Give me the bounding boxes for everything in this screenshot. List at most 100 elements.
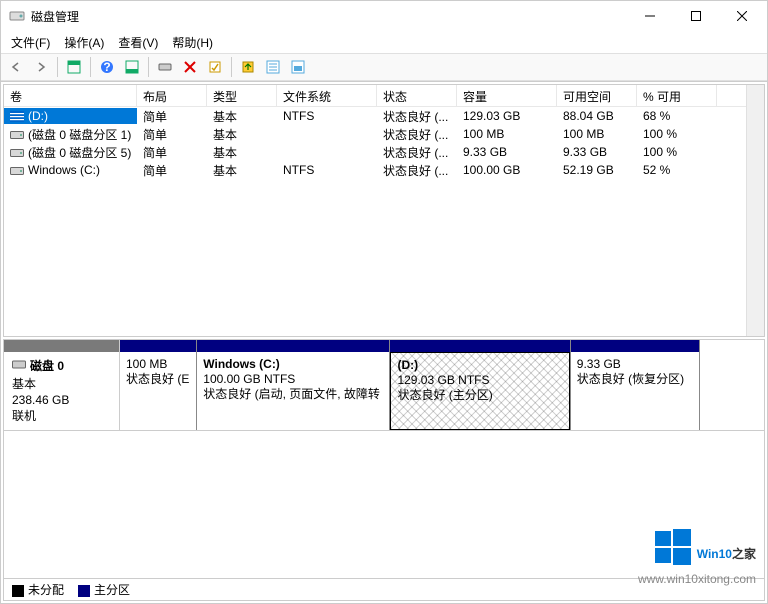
column-header[interactable]: 可用空间 — [557, 85, 637, 106]
disk-map: 磁盘 0 基本 238.46 GB 联机 100 MB状态良好 (EWindow… — [3, 339, 765, 601]
window-title: 磁盘管理 — [31, 8, 627, 25]
disk-type: 基本 — [12, 376, 111, 392]
partition-size: 9.33 GB — [577, 357, 693, 372]
cell-status: 状态良好 (... — [377, 143, 457, 162]
column-header[interactable]: 文件系统 — [277, 85, 377, 106]
volume-row[interactable]: (D:)简单基本NTFS状态良好 (...129.03 GB88.04 GB68… — [4, 107, 746, 125]
partition-status: 状态良好 (启动, 页面文件, 故障转 — [203, 387, 383, 402]
disk-name: 磁盘 0 — [30, 358, 64, 374]
column-header[interactable]: 容量 — [457, 85, 557, 106]
menubar: 文件(F) 操作(A) 查看(V) 帮助(H) — [1, 31, 767, 53]
column-header[interactable]: % 可用 — [637, 85, 717, 106]
properties-icon[interactable] — [204, 56, 226, 78]
cell-pct: 100 % — [637, 144, 717, 160]
disk-row[interactable]: 磁盘 0 基本 238.46 GB 联机 100 MB状态良好 (EWindow… — [4, 340, 764, 431]
cell-free: 88.04 GB — [557, 108, 637, 124]
view-top-button[interactable] — [63, 56, 85, 78]
cell-status: 状态良好 (... — [377, 107, 457, 126]
menu-file[interactable]: 文件(F) — [5, 32, 56, 53]
maximize-button[interactable] — [673, 1, 719, 31]
scroll-area-header — [746, 85, 764, 107]
cell-cap: 129.03 GB — [457, 108, 557, 124]
partition-size: 100 MB — [126, 357, 190, 372]
disk-icon — [12, 358, 26, 374]
cell-layout: 简单 — [137, 125, 207, 144]
column-header[interactable]: 状态 — [377, 85, 457, 106]
cell-name: (磁盘 0 磁盘分区 1) — [4, 125, 137, 144]
toolbar: ? — [1, 53, 767, 81]
cell-pct: 100 % — [637, 126, 717, 142]
volume-row[interactable]: Windows (C:)简单基本NTFS状态良好 (...100.00 GB52… — [4, 161, 746, 179]
cell-layout: 简单 — [137, 143, 207, 162]
cell-type: 基本 — [207, 161, 277, 180]
vertical-scrollbar[interactable] — [746, 107, 764, 336]
cell-fs — [277, 151, 377, 153]
disk-state: 联机 — [12, 408, 111, 424]
partition-title: Windows (C:) — [203, 357, 383, 372]
cell-type: 基本 — [207, 107, 277, 126]
volume-row[interactable]: (磁盘 0 磁盘分区 5)简单基本状态良好 (...9.33 GB9.33 GB… — [4, 143, 746, 161]
cell-type: 基本 — [207, 125, 277, 144]
graphic-icon[interactable] — [287, 56, 309, 78]
partition-title: (D:) — [397, 358, 562, 373]
cell-free: 100 MB — [557, 126, 637, 142]
cell-pct: 52 % — [637, 162, 717, 178]
cell-name: (磁盘 0 磁盘分区 5) — [4, 143, 137, 162]
menu-view[interactable]: 查看(V) — [112, 32, 164, 53]
legend-primary: 主分区 — [78, 581, 130, 598]
titlebar[interactable]: 磁盘管理 — [1, 1, 767, 31]
cell-free: 9.33 GB — [557, 144, 637, 160]
cell-fs — [277, 133, 377, 135]
app-icon — [9, 8, 25, 24]
cell-layout: 简单 — [137, 161, 207, 180]
column-headers[interactable]: 卷布局类型文件系统状态容量可用空间% 可用 — [4, 85, 746, 107]
back-button[interactable] — [5, 56, 27, 78]
cell-fs: NTFS — [277, 108, 377, 124]
menu-help[interactable]: 帮助(H) — [166, 32, 219, 53]
column-header[interactable]: 布局 — [137, 85, 207, 106]
cell-status: 状态良好 (... — [377, 161, 457, 180]
partition-size: 100.00 GB NTFS — [203, 372, 383, 387]
cell-free: 52.19 GB — [557, 162, 637, 178]
cell-name: Windows (C:) — [4, 162, 137, 178]
disk-size: 238.46 GB — [12, 392, 111, 408]
svg-text:?: ? — [103, 60, 110, 74]
delete-icon[interactable] — [179, 56, 201, 78]
cell-pct: 68 % — [637, 108, 717, 124]
partition[interactable]: 9.33 GB状态良好 (恢复分区) — [571, 340, 700, 430]
list-icon[interactable] — [262, 56, 284, 78]
cell-fs: NTFS — [277, 162, 377, 178]
help-icon[interactable]: ? — [96, 56, 118, 78]
close-button[interactable] — [719, 1, 765, 31]
cell-cap: 9.33 GB — [457, 144, 557, 160]
partition-status: 状态良好 (主分区) — [397, 388, 562, 403]
partition[interactable]: Windows (C:)100.00 GB NTFS状态良好 (启动, 页面文件… — [197, 340, 390, 430]
content-area: 卷布局类型文件系统状态容量可用空间% 可用 (D:)简单基本NTFS状态良好 (… — [1, 81, 767, 603]
partition-size: 129.03 GB NTFS — [397, 373, 562, 388]
disk-management-window: 磁盘管理 文件(F) 操作(A) 查看(V) 帮助(H) ? 卷布局类型文件 — [0, 0, 768, 604]
volume-list[interactable]: 卷布局类型文件系统状态容量可用空间% 可用 (D:)简单基本NTFS状态良好 (… — [3, 84, 765, 337]
partitions-area: 100 MB状态良好 (EWindows (C:)100.00 GB NTFS状… — [120, 340, 764, 430]
column-header[interactable]: 卷 — [4, 85, 137, 106]
forward-button[interactable] — [30, 56, 52, 78]
menu-action[interactable]: 操作(A) — [58, 32, 110, 53]
legend-unallocated: 未分配 — [12, 581, 64, 598]
cell-name: (D:) — [4, 108, 137, 124]
cell-status: 状态良好 (... — [377, 125, 457, 144]
disk-info-panel[interactable]: 磁盘 0 基本 238.46 GB 联机 — [4, 340, 120, 430]
volume-rows[interactable]: (D:)简单基本NTFS状态良好 (...129.03 GB88.04 GB68… — [4, 107, 746, 336]
refresh-icon[interactable] — [237, 56, 259, 78]
cell-cap: 100 MB — [457, 126, 557, 142]
minimize-button[interactable] — [627, 1, 673, 31]
partition-status: 状态良好 (E — [126, 372, 190, 387]
partition[interactable]: (D:)129.03 GB NTFS状态良好 (主分区) — [390, 340, 570, 430]
disk-icon[interactable] — [154, 56, 176, 78]
column-header[interactable]: 类型 — [207, 85, 277, 106]
cell-layout: 简单 — [137, 107, 207, 126]
view-bottom-button[interactable] — [121, 56, 143, 78]
legend: 未分配 主分区 — [4, 578, 764, 600]
cell-cap: 100.00 GB — [457, 162, 557, 178]
partition[interactable]: 100 MB状态良好 (E — [120, 340, 197, 430]
cell-type: 基本 — [207, 143, 277, 162]
volume-row[interactable]: (磁盘 0 磁盘分区 1)简单基本状态良好 (...100 MB100 MB10… — [4, 125, 746, 143]
